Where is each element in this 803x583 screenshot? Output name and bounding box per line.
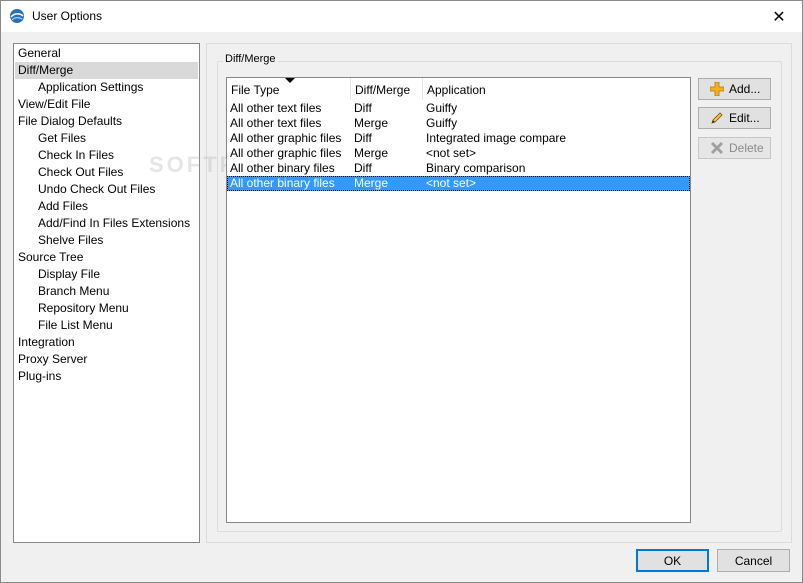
tree-item-proxy-server[interactable]: Proxy Server	[15, 351, 198, 368]
cell-file-type: All other text files	[230, 101, 322, 115]
add-button[interactable]: Add...	[698, 78, 771, 100]
tree-item-undo-check-out-files[interactable]: Undo Check Out Files	[15, 181, 198, 198]
cancel-button[interactable]: Cancel	[717, 549, 790, 572]
tree-item-plug-ins[interactable]: Plug-ins	[15, 368, 198, 385]
group-label: Diff/Merge	[223, 53, 278, 65]
cell-application: Guiffy	[426, 116, 458, 130]
add-button-label: Add...	[729, 82, 761, 96]
column-header-application[interactable]: Application	[423, 78, 690, 100]
tree-item-view-edit-file[interactable]: View/Edit File	[15, 96, 198, 113]
list-header: File Type Diff/Merge Application	[227, 78, 690, 100]
cell-application: Guiffy	[426, 101, 458, 115]
cell-diff-merge: Diff	[354, 101, 372, 115]
cell-application: Binary comparison	[426, 161, 526, 175]
app-logo-icon	[9, 8, 25, 24]
tree-item-branch-menu[interactable]: Branch Menu	[15, 283, 198, 300]
table-row[interactable]: All other graphic files Merge <not set>	[227, 146, 690, 161]
close-icon[interactable]: ✕	[756, 1, 802, 32]
cell-diff-merge: Merge	[354, 116, 389, 130]
cell-diff-merge: Diff	[354, 131, 372, 145]
table-row[interactable]: All other binary files Diff Binary compari…	[227, 161, 690, 176]
tree-item-application-settings[interactable]: Application Settings	[15, 79, 198, 96]
tree-item-display-file[interactable]: Display File	[15, 266, 198, 283]
tree-item-diff-merge[interactable]: Diff/Merge	[15, 62, 198, 79]
tree-item-source-tree[interactable]: Source Tree	[15, 249, 198, 266]
table-row[interactable]: All other graphic files Diff Integrated im…	[227, 131, 690, 146]
tree-item-file-list-menu[interactable]: File List Menu	[15, 317, 198, 334]
cell-file-type: All other text files	[230, 116, 322, 130]
tree-item-integration[interactable]: Integration	[15, 334, 198, 351]
delete-button[interactable]: Delete	[698, 137, 771, 159]
edit-button-label: Edit...	[729, 111, 760, 125]
tree-item-add-find-in-files-extensions[interactable]: Add/Find In Files Extensions	[15, 215, 198, 232]
tree-item-general[interactable]: General	[15, 45, 198, 62]
cell-file-type: All other binary files	[230, 176, 335, 190]
delete-x-icon	[709, 140, 725, 156]
cell-file-type: All other binary files	[230, 161, 335, 175]
column-header-diff-merge[interactable]: Diff/Merge	[351, 78, 423, 100]
options-category-tree[interactable]: General Diff/Merge Application Settings Vie…	[13, 43, 200, 543]
table-row[interactable]: All other text files Diff Guiffy	[227, 101, 690, 116]
edit-button[interactable]: Edit...	[698, 107, 771, 129]
cell-diff-merge: Merge	[354, 176, 389, 190]
cell-file-type: All other graphic files	[230, 146, 342, 160]
file-type-list[interactable]: File Type Diff/Merge Application All oth…	[226, 77, 691, 523]
cell-application: <not set>	[426, 146, 477, 160]
tree-item-get-files[interactable]: Get Files	[15, 130, 198, 147]
cell-application: Integrated image compare	[426, 131, 567, 145]
tree-item-add-files[interactable]: Add Files	[15, 198, 198, 215]
tree-item-file-dialog-defaults[interactable]: File Dialog Defaults	[15, 113, 198, 130]
sort-descending-icon	[285, 78, 295, 83]
tree-item-shelve-files[interactable]: Shelve Files	[15, 232, 198, 249]
tree-item-repository-menu[interactable]: Repository Menu	[15, 300, 198, 317]
cell-diff-merge: Diff	[354, 161, 372, 175]
tree-item-check-out-files[interactable]: Check Out Files	[15, 164, 198, 181]
cell-application: <not set>	[426, 176, 477, 190]
cell-file-type: All other graphic files	[230, 131, 342, 145]
ok-button[interactable]: OK	[636, 549, 709, 572]
plus-icon	[709, 81, 725, 97]
pencil-icon	[709, 110, 725, 126]
table-row[interactable]: All other text files Merge Guiffy	[227, 116, 690, 131]
user-options-dialog: User Options ✕ General Diff/Merge Applicat…	[0, 0, 803, 583]
title-bar: User Options ✕	[1, 1, 802, 32]
window-title: User Options	[32, 9, 103, 23]
cell-diff-merge: Merge	[354, 146, 389, 160]
table-row[interactable]: All other binary files Merge <not set>	[227, 176, 690, 191]
delete-button-label: Delete	[729, 141, 764, 155]
tree-item-check-in-files[interactable]: Check In Files	[15, 147, 198, 164]
